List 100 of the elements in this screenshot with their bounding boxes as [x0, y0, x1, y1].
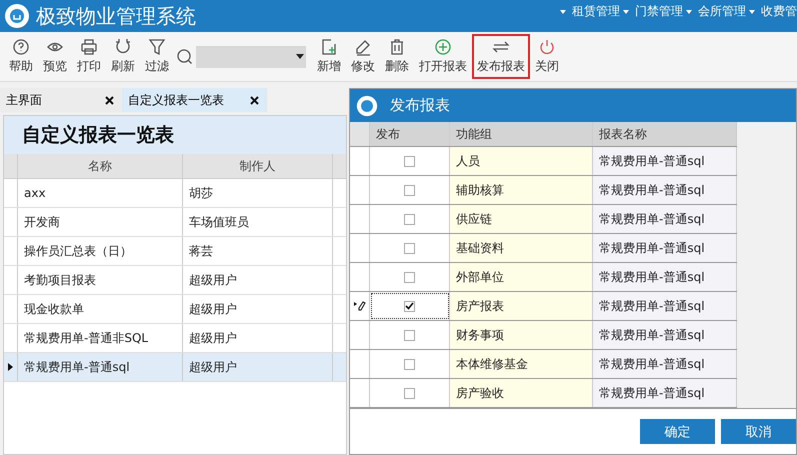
toolbar-button[interactable]: 刷新 — [106, 34, 140, 79]
table-row[interactable]: 基础资料 常规费用单-普通sql — [350, 234, 737, 264]
toolbar-button[interactable]: 过滤 — [140, 34, 174, 79]
menu-item[interactable]: 租赁管理 — [572, 3, 620, 20]
column-header: 报表名称 — [593, 122, 737, 146]
table-cell: 超级用户 — [183, 324, 333, 352]
tab[interactable]: 自定义报表一览表 — [122, 88, 267, 112]
power-icon — [538, 38, 556, 56]
caret-icon — [686, 10, 692, 14]
panel-heading: 自定义报表一览表 — [4, 116, 346, 154]
table-cell: 房产报表 — [450, 292, 593, 320]
checkbox[interactable] — [404, 242, 415, 254]
table-cell: 财务事项 — [450, 321, 593, 350]
close-icon[interactable] — [105, 96, 114, 104]
table-row[interactable]: 辅助核算 常规费用单-普通sql — [350, 176, 737, 206]
table-cell: 辅助核算 — [450, 176, 593, 204]
logo-icon — [356, 94, 378, 117]
edit-pencil-icon — [354, 301, 366, 312]
table-row[interactable]: 外部单位 常规费用单-普通sql — [350, 263, 737, 292]
toolbar-button[interactable]: 打开报表 — [414, 34, 472, 79]
column-header: 名称 — [18, 154, 183, 178]
table-cell: 现金收款单 — [18, 295, 183, 323]
menu-item[interactable]: 门禁管理 — [635, 3, 683, 20]
table-row[interactable]: 房产验收 常规费用单-普通sql — [350, 379, 737, 408]
table-cell: 基础资料 — [450, 234, 593, 262]
table-cell: 常规费用单-普通sql — [593, 379, 737, 408]
table-cell: 考勤项目报表 — [18, 266, 183, 294]
add-document-icon — [320, 38, 338, 56]
table-cell: 供应链 — [450, 205, 593, 234]
trash-icon — [388, 38, 406, 56]
search-icon — [176, 48, 194, 66]
toolbar-button[interactable]: 预览 — [38, 34, 72, 79]
search-field[interactable] — [196, 46, 306, 68]
dialog-button[interactable]: 取消 — [721, 419, 796, 444]
plus-circle-icon — [434, 38, 452, 56]
tab[interactable]: 主界面 — [0, 88, 122, 112]
table-row[interactable]: 本体维修基金 常规费用单-普通sql — [350, 350, 737, 380]
table-row[interactable]: axx 胡莎 — [4, 179, 346, 208]
close-icon[interactable] — [250, 96, 259, 104]
menu-item[interactable]: 会所管理 — [698, 3, 746, 20]
table-cell: 操作员汇总表（日） — [18, 237, 183, 265]
table-row[interactable]: 操作员汇总表（日） 蒋芸 — [4, 237, 346, 266]
toolbar-button[interactable]: 发布报表 — [472, 34, 530, 79]
print-icon — [80, 38, 98, 56]
checkbox[interactable] — [404, 300, 415, 312]
checkbox[interactable] — [404, 184, 415, 196]
edit-icon — [354, 38, 372, 56]
column-header: 发布 — [370, 122, 450, 146]
caret-icon — [560, 10, 566, 14]
table-row[interactable]: 开发商 车场值班员 — [4, 208, 346, 237]
table-cell: 超级用户 — [183, 353, 333, 381]
table-row[interactable]: 财务事项 常规费用单-普通sql — [350, 321, 737, 350]
table-cell: 常规费用单-普通sql — [593, 234, 737, 262]
dialog-button[interactable]: 确定 — [640, 419, 715, 444]
checkbox[interactable] — [404, 330, 415, 341]
table-cell: 常规费用单-普通sql — [593, 350, 737, 378]
table-cell: 车场值班员 — [183, 208, 333, 236]
refresh-icon — [114, 38, 132, 56]
table-row[interactable]: 人员 常规费用单-普通sql — [350, 147, 737, 176]
checkbox[interactable] — [404, 156, 415, 167]
table-cell: 常规费用单-普通sql — [593, 321, 737, 350]
table-row[interactable]: 考勤项目报表 超级用户 — [4, 266, 346, 295]
table-row[interactable]: 常规费用单-普通非SQL 超级用户 — [4, 324, 346, 353]
table-cell: 常规费用单-普通sql — [18, 353, 183, 381]
table-cell: 常规费用单-普通sql — [593, 147, 737, 176]
toolbar-button[interactable]: 修改 — [346, 34, 380, 79]
table-row[interactable]: 现金收款单 超级用户 — [4, 295, 346, 324]
toolbar-button[interactable]: 打印 — [72, 34, 106, 79]
table-cell: 开发商 — [18, 208, 183, 236]
caret-icon — [623, 10, 629, 14]
row-pointer-icon — [8, 363, 13, 371]
toolbar-button[interactable]: 删除 — [380, 34, 414, 79]
caret-icon — [749, 10, 755, 14]
toolbar-button[interactable]: 新增 — [312, 34, 346, 79]
table-cell: 常规费用单-普通sql — [593, 205, 737, 234]
column-header: 制作人 — [183, 154, 333, 178]
dialog-title: 发布报表 — [390, 96, 450, 116]
table-cell: 本体维修基金 — [450, 350, 593, 378]
help-icon — [12, 38, 30, 56]
table-cell: 房产验收 — [450, 379, 593, 408]
checkbox[interactable] — [404, 388, 415, 399]
table-cell: 外部单位 — [450, 263, 593, 292]
checkbox[interactable] — [404, 358, 415, 370]
table-cell: 常规费用单-普通sql — [593, 292, 737, 320]
checkbox[interactable] — [404, 214, 415, 225]
filter-icon — [148, 38, 166, 56]
menu-item[interactable]: 收费管 — [761, 3, 797, 20]
table-row[interactable]: 房产报表 常规费用单-普通sql — [350, 292, 737, 322]
table-cell: 常规费用单-普通sql — [593, 176, 737, 204]
column-header: 功能组 — [450, 122, 593, 146]
dropdown-caret-icon — [296, 54, 304, 59]
toolbar-button[interactable]: 帮助 — [4, 34, 38, 79]
table-row[interactable]: 供应链 常规费用单-普通sql — [350, 205, 737, 234]
checkbox[interactable] — [404, 272, 415, 283]
table-cell: 胡莎 — [183, 179, 333, 207]
toolbar-button[interactable]: 关闭 — [530, 34, 564, 79]
table-cell: 常规费用单-普通sql — [593, 263, 737, 292]
table-row[interactable]: 常规费用单-普通sql 超级用户 — [4, 353, 346, 382]
table-cell: 人员 — [450, 147, 593, 176]
table-cell: 常规费用单-普通非SQL — [18, 324, 183, 352]
